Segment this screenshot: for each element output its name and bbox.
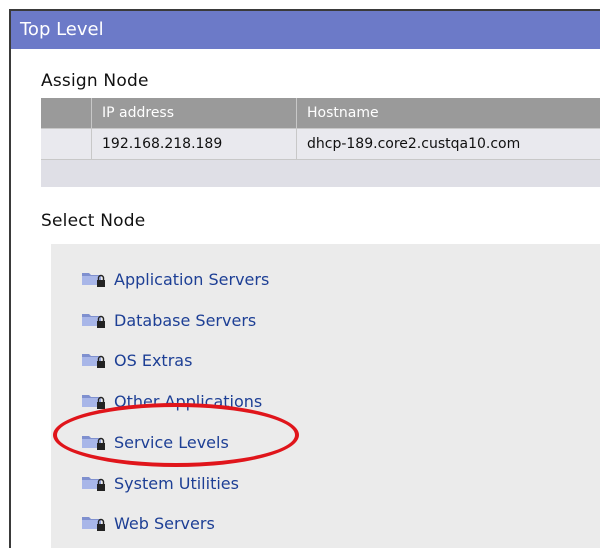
tree-item-label: Database Servers xyxy=(114,310,257,330)
assign-node-heading: Assign Node xyxy=(41,71,149,91)
tree-item-other-applications[interactable]: Other Applications xyxy=(80,389,262,413)
tree-item-label: Other Applications xyxy=(114,391,263,411)
table-footer xyxy=(41,160,600,187)
select-node-heading: Select Node xyxy=(41,211,146,231)
locked-folder-icon xyxy=(82,436,105,450)
locked-folder-icon xyxy=(82,314,105,328)
tree-item-system-utilities[interactable]: System Utilities xyxy=(80,471,239,495)
table-row[interactable]: 192.168.218.189 dhcp-189.core2.custqa10.… xyxy=(41,128,600,160)
tree-item-os-extras[interactable]: OS Extras xyxy=(80,348,192,372)
tree-item-service-levels[interactable]: Service Levels xyxy=(80,430,229,454)
row-select-cell[interactable] xyxy=(41,128,92,160)
tree-item-database-servers[interactable]: Database Servers xyxy=(80,308,256,332)
column-header-ip[interactable]: IP address xyxy=(91,98,297,129)
locked-folder-icon xyxy=(82,273,105,287)
column-header-select xyxy=(41,98,92,129)
table-header-row: IP address Hostname xyxy=(41,98,600,129)
locked-folder-icon xyxy=(82,354,105,368)
locked-folder-icon xyxy=(82,517,105,531)
tree-item-web-servers[interactable]: Web Servers xyxy=(80,511,215,535)
tree-item-label: System Utilities xyxy=(114,473,239,493)
column-header-hostname[interactable]: Hostname xyxy=(296,98,600,129)
ip-address-cell: 192.168.218.189 xyxy=(91,128,297,160)
tree-item-label: Application Servers xyxy=(114,269,270,289)
assign-node-table: IP address Hostname 192.168.218.189 dhcp… xyxy=(41,98,600,160)
locked-folder-icon xyxy=(82,395,105,409)
tree-item-label: Service Levels xyxy=(114,432,229,452)
tree-item-application-servers[interactable]: Application Servers xyxy=(80,267,269,291)
tree-item-label: OS Extras xyxy=(114,350,193,370)
tree-item-label: Web Servers xyxy=(114,513,215,533)
hostname-cell: dhcp-189.core2.custqa10.com xyxy=(296,128,600,160)
locked-folder-icon xyxy=(82,477,105,491)
window-title: Top Level xyxy=(11,11,600,49)
